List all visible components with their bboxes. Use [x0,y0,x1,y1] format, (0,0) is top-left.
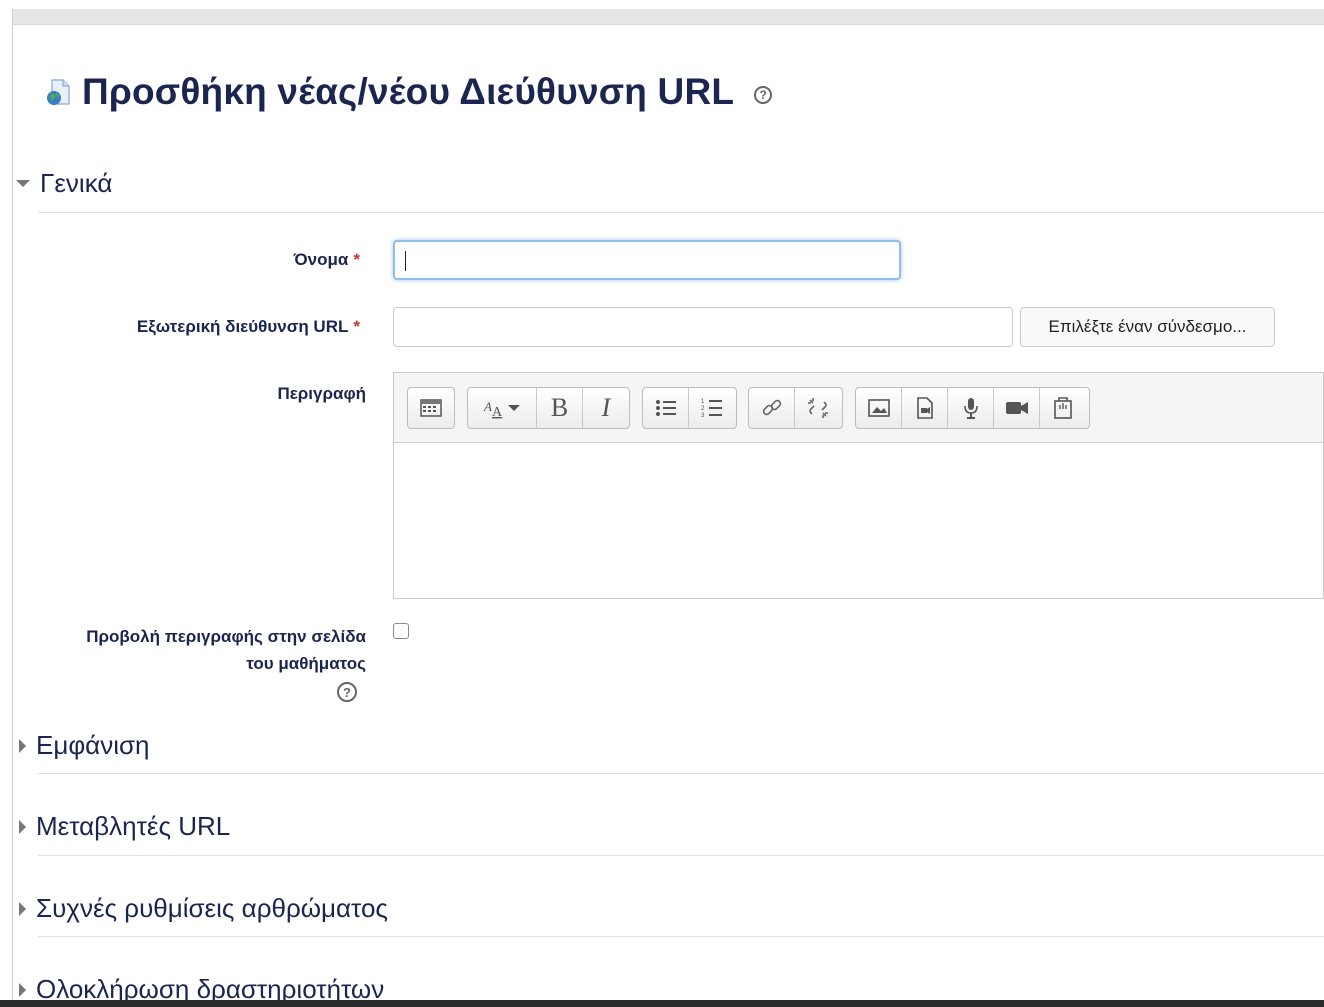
show-description-label: Προβολή περιγραφής στην σελίδα του μαθήμ… [40,623,366,677]
font-style-icon[interactable]: AA [468,388,537,428]
name-input[interactable] [393,240,901,280]
toolbar-group-lists: 123 [642,387,737,429]
chevron-right-icon [19,819,26,834]
svg-text:1: 1 [701,399,705,405]
link-icon[interactable] [749,388,795,428]
help-icon[interactable]: ? [754,86,773,104]
media-icon[interactable] [902,388,948,428]
bullet-list-icon[interactable] [643,388,689,428]
external-url-input[interactable] [393,307,1013,347]
italic-icon[interactable]: I [583,388,629,428]
description-label: Περιγραφή [277,384,366,403]
svg-text:A: A [492,405,503,419]
chevron-right-icon [19,982,26,997]
page-left-border [12,9,13,1007]
show-description-checkbox[interactable] [393,623,409,639]
section-url-variables-label: Μεταβλητές URL [36,811,231,841]
help-icon[interactable]: ? [337,682,357,702]
record-video-icon[interactable] [994,388,1040,428]
page-title: Προσθήκη νέας/νέου Διεύθυνση URL [82,71,735,112]
chevron-right-icon [19,738,26,753]
bold-icon[interactable]: B [537,388,583,428]
toolbar-group-links [748,387,843,429]
section-divider [38,773,1324,774]
section-general-header[interactable]: Γενικά [16,168,112,199]
svg-text:3: 3 [701,413,705,419]
top-bar [12,9,1324,25]
required-icon: * [353,250,360,269]
toolbar-toggle-icon[interactable] [408,388,454,428]
svg-text:A: A [483,399,492,414]
section-url-variables-header[interactable]: Μεταβλητές URL [16,811,230,842]
description-editor: AA B I 123 [393,372,1324,599]
page-header: Προσθήκη νέας/νέου Διεύθυνση URL ? [44,66,773,118]
external-url-label-wrapper: Εξωτερική διεύθυνση URL * [60,317,360,337]
toolbar-group-format: AA B I [467,387,630,429]
record-audio-icon[interactable] [948,388,994,428]
toolbar-group-media [855,387,1090,429]
image-icon[interactable] [856,388,902,428]
editor-toolbar: AA B I 123 [394,373,1323,443]
toolbar-group-toggle [407,387,455,429]
svg-text:2: 2 [701,406,705,412]
choose-link-button[interactable]: Επιλέξτε έναν σύνδεσμο... [1020,307,1275,347]
section-common-module-settings-label: Συχνές ρυθμίσεις αρθρώματος [36,893,388,923]
section-divider [38,212,1324,213]
section-divider [38,936,1324,937]
section-appearance-header[interactable]: Εμφάνιση [16,730,150,761]
manage-files-icon[interactable] [1040,388,1086,428]
section-common-module-settings-header[interactable]: Συχνές ρυθμίσεις αρθρώματος [16,893,388,924]
name-label-wrapper: Όνομα * [150,250,360,270]
section-appearance-label: Εμφάνιση [36,730,150,760]
numbered-list-icon[interactable]: 123 [689,388,735,428]
required-icon: * [353,317,360,336]
show-description-label-line2: του μαθήματος [246,654,366,673]
section-divider [38,855,1324,856]
text-cursor [405,251,406,271]
chevron-down-icon [16,180,30,187]
show-description-label-line1: Προβολή περιγραφής στην σελίδα [86,627,366,646]
bottom-bar [0,1000,1324,1007]
url-activity-icon [44,77,74,107]
name-label: Όνομα [293,250,349,269]
description-text-area[interactable] [394,443,1323,598]
unlink-icon[interactable] [795,388,841,428]
external-url-label: Εξωτερική διεύθυνση URL [136,317,349,336]
chevron-right-icon [19,901,26,916]
section-general-label: Γενικά [40,168,113,198]
